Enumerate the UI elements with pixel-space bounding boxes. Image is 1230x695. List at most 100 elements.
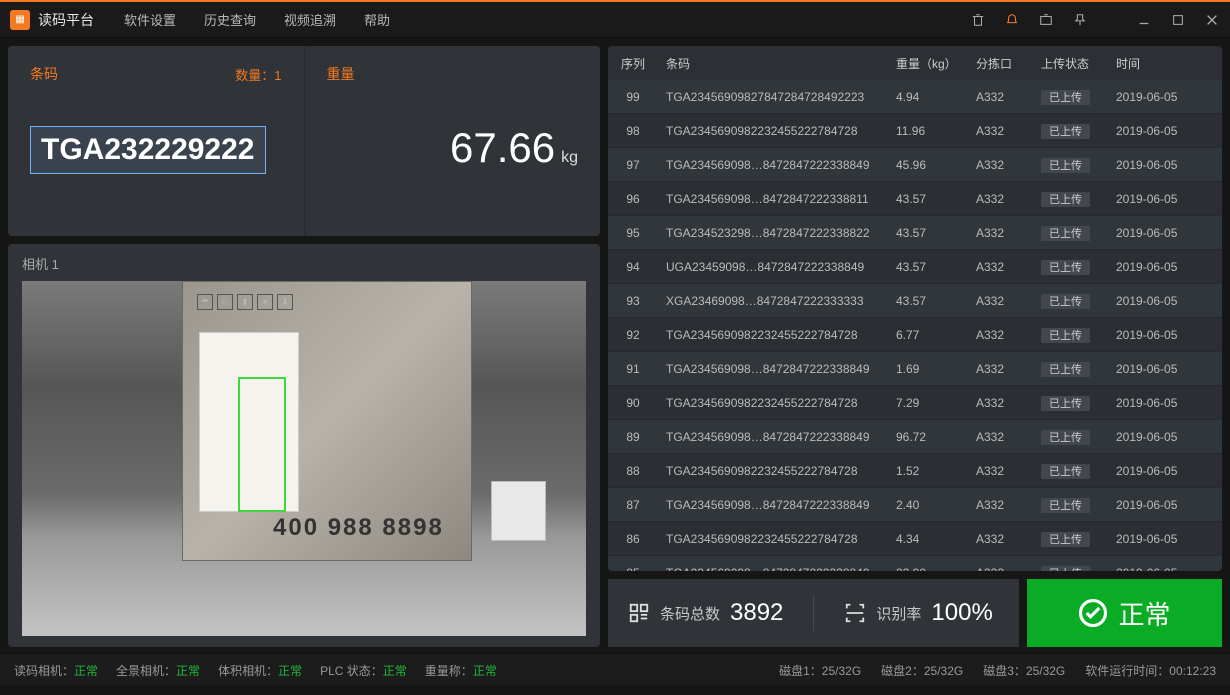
titlebar: ▦ 读码平台 软件设置 历史查询 视频追溯 帮助 [0, 2, 1230, 38]
table-row[interactable]: 94UGA23459098…847284722233884943.57A332已… [608, 250, 1222, 284]
runtime: 软件运行时间：00:12:23 [1085, 662, 1216, 679]
cell-time: 2019-06-05 [1108, 328, 1222, 342]
status-text: 正常 [1118, 595, 1170, 632]
cell-port: A332 [968, 226, 1033, 240]
camera-label: 相机 1 [22, 254, 586, 273]
cell-time: 2019-06-05 [1108, 498, 1222, 512]
table-row[interactable]: 88TGA23456909822324552227847281.52A332已上… [608, 454, 1222, 488]
cell-seq: 89 [608, 430, 658, 444]
cell-status: 已上传 [1033, 191, 1108, 207]
minimize-icon[interactable] [1136, 12, 1152, 28]
cell-time: 2019-06-05 [1108, 260, 1222, 274]
cell-status: 已上传 [1033, 293, 1108, 309]
status-button[interactable]: 正常 [1027, 579, 1222, 647]
cell-barcode: TGA234569098…8472847222338849 [658, 158, 888, 172]
bell-icon[interactable] [1004, 12, 1020, 28]
table-body[interactable]: 99TGA234569098278472847284922234.94A332已… [608, 80, 1222, 571]
cell-status: 已上传 [1033, 497, 1108, 513]
cell-port: A332 [968, 294, 1033, 308]
cell-status: 已上传 [1033, 395, 1108, 411]
cell-weight: 43.57 [888, 226, 968, 240]
main-menu: 软件设置 历史查询 视频追溯 帮助 [124, 10, 390, 29]
pin-icon[interactable] [1072, 12, 1088, 28]
info-card: 条码 数量：1 TGA232229222 重量 67.66kg [8, 46, 600, 236]
cell-time: 2019-06-05 [1108, 226, 1222, 240]
cell-weight: 45.96 [888, 158, 968, 172]
cell-seq: 97 [608, 158, 658, 172]
cell-seq: 90 [608, 396, 658, 410]
cell-seq: 88 [608, 464, 658, 478]
cell-time: 2019-06-05 [1108, 430, 1222, 444]
table-row[interactable]: 86TGA23456909822324552227847284.34A332已上… [608, 522, 1222, 556]
cell-port: A332 [968, 362, 1033, 376]
cell-barcode: TGA2345690982232455222784728 [658, 328, 888, 342]
cell-weight: 6.77 [888, 328, 968, 342]
barcode-detection-box [238, 377, 286, 512]
menu-video[interactable]: 视频追溯 [284, 10, 336, 29]
cell-port: A332 [968, 532, 1033, 546]
cell-seq: 93 [608, 294, 658, 308]
cell-status: 已上传 [1033, 531, 1108, 547]
cell-time: 2019-06-05 [1108, 90, 1222, 104]
maximize-icon[interactable] [1170, 12, 1186, 28]
menu-help[interactable]: 帮助 [364, 10, 390, 29]
cell-barcode: TGA2345690982232455222784728 [658, 464, 888, 478]
table-row[interactable]: 93XGA23469098…847284722233333343.57A332已… [608, 284, 1222, 318]
cell-weight: 1.52 [888, 464, 968, 478]
camera-card: 相机 1 ☂♲⬆✶⬇ 400 988 8898 [8, 244, 600, 647]
cell-time: 2019-06-05 [1108, 294, 1222, 308]
package-small [491, 481, 546, 541]
current-barcode-value[interactable]: TGA232229222 [30, 126, 266, 174]
cell-barcode: TGA234569098…8472847222338849 [658, 566, 888, 572]
cell-time: 2019-06-05 [1108, 464, 1222, 478]
cell-weight: 2.40 [888, 498, 968, 512]
screenshot-icon[interactable] [1038, 12, 1054, 28]
cell-barcode: TGA23456909827847284728492223 [658, 90, 888, 104]
table-row[interactable]: 87TGA234569098…84728472223388492.40A332已… [608, 488, 1222, 522]
footer-status-3: PLC 状态：正常 [320, 662, 407, 679]
cell-barcode: XGA23469098…8472847222333333 [658, 294, 888, 308]
cell-status: 已上传 [1033, 225, 1108, 241]
rate-label: 识别率 [876, 603, 921, 624]
cell-port: A332 [968, 124, 1033, 138]
cell-weight: 96.72 [888, 430, 968, 444]
trash-icon[interactable] [970, 12, 986, 28]
cell-barcode: TGA234523298…8472847222338822 [658, 226, 888, 240]
cell-seq: 92 [608, 328, 658, 342]
close-icon[interactable] [1204, 12, 1220, 28]
table-row[interactable]: 92TGA23456909822324552227847286.77A332已上… [608, 318, 1222, 352]
disk1: 磁盘1：25/32G [779, 662, 861, 679]
table-row[interactable]: 85TGA234569098…847284722233884922.90A332… [608, 556, 1222, 571]
th-time: 时间 [1108, 55, 1222, 72]
cell-barcode: TGA2345690982232455222784728 [658, 396, 888, 410]
weight-value: 67.66kg [327, 124, 579, 172]
table-row[interactable]: 90TGA23456909822324552227847287.29A332已上… [608, 386, 1222, 420]
table-row[interactable]: 89TGA234569098…847284722233884996.72A332… [608, 420, 1222, 454]
th-weight: 重量（kg） [888, 55, 968, 72]
cell-time: 2019-06-05 [1108, 124, 1222, 138]
th-port: 分拣口 [968, 55, 1033, 72]
menu-history[interactable]: 历史查询 [204, 10, 256, 29]
cell-weight: 43.57 [888, 192, 968, 206]
cell-time: 2019-06-05 [1108, 566, 1222, 572]
table-row[interactable]: 91TGA234569098…84728472223388491.69A332已… [608, 352, 1222, 386]
disk2: 磁盘2：25/32G [881, 662, 963, 679]
cell-weight: 4.34 [888, 532, 968, 546]
cell-seq: 91 [608, 362, 658, 376]
table-row[interactable]: 95TGA234523298…847284722233882243.57A332… [608, 216, 1222, 250]
cell-barcode: TGA234569098…8472847222338849 [658, 498, 888, 512]
table-row[interactable]: 96TGA234569098…847284722233881143.57A332… [608, 182, 1222, 216]
th-barcode: 条码 [658, 55, 888, 72]
menu-settings[interactable]: 软件设置 [124, 10, 176, 29]
cell-time: 2019-06-05 [1108, 532, 1222, 546]
table-row[interactable]: 98TGA234569098223245522278472811.96A332已… [608, 114, 1222, 148]
camera-view[interactable]: ☂♲⬆✶⬇ 400 988 8898 [22, 281, 586, 636]
cell-weight: 4.94 [888, 90, 968, 104]
cell-port: A332 [968, 498, 1033, 512]
table-row[interactable]: 97TGA234569098…847284722233884945.96A332… [608, 148, 1222, 182]
cell-port: A332 [968, 158, 1033, 172]
cell-weight: 11.96 [888, 124, 968, 138]
cell-seq: 96 [608, 192, 658, 206]
table-row[interactable]: 99TGA234569098278472847284922234.94A332已… [608, 80, 1222, 114]
th-seq: 序列 [608, 55, 658, 72]
